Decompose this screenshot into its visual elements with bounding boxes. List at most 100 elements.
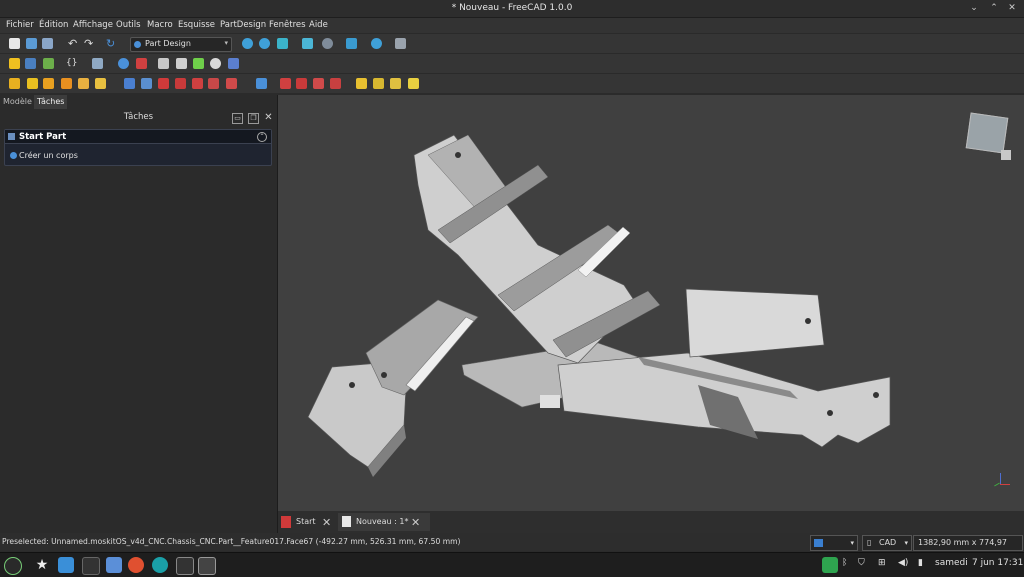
hole	[349, 382, 355, 388]
freecad-taskbar-icon[interactable]	[198, 557, 216, 575]
menu-aide[interactable]: Aide	[309, 20, 328, 30]
part-icon[interactable]	[9, 58, 20, 69]
helix-icon[interactable]	[78, 78, 89, 89]
open-document-icon[interactable]	[26, 38, 37, 49]
panel-close-icon[interactable]: ✕	[264, 113, 273, 123]
subtractive-pipe-icon[interactable]	[192, 78, 203, 89]
link-icon[interactable]	[43, 58, 54, 69]
view-cube-icon[interactable]	[277, 38, 288, 49]
revolution-icon[interactable]	[27, 78, 38, 89]
mirrored-icon[interactable]	[280, 78, 291, 89]
panel-collapse-icon[interactable]: ▭	[232, 113, 243, 124]
undo-icon[interactable]: ↶	[68, 38, 79, 49]
clock[interactable]: 7 jun 17:31	[972, 558, 1023, 568]
menu-affichage[interactable]: Affichage	[73, 20, 113, 30]
subshape-binder-icon[interactable]	[193, 58, 204, 69]
window-title: * Nouveau - FreeCAD 1.0.0	[451, 3, 573, 13]
subtractive-helix-icon[interactable]	[208, 78, 219, 89]
measure-icon[interactable]	[371, 38, 382, 49]
kdeconnect-icon[interactable]	[822, 557, 838, 573]
validate-sketch-icon[interactable]	[158, 58, 169, 69]
maximize-icon[interactable]: ⌃	[988, 3, 1000, 14]
arduino-icon[interactable]	[152, 557, 168, 573]
sketch-icon[interactable]	[136, 58, 147, 69]
fit-all-icon[interactable]	[242, 38, 253, 49]
close-icon[interactable]: ✕	[1006, 3, 1018, 14]
minimize-icon[interactable]: ⌄	[968, 3, 980, 14]
polar-pattern-icon[interactable]	[313, 78, 324, 89]
pipe-icon[interactable]	[61, 78, 72, 89]
battery-icon[interactable]: ▮	[918, 558, 923, 568]
group-icon[interactable]	[25, 58, 36, 69]
menu-edition[interactable]: Édition	[39, 20, 68, 30]
day-label: samedi	[935, 558, 968, 568]
tab-start[interactable]: Start	[278, 514, 316, 530]
boolean-icon[interactable]	[256, 78, 267, 89]
navigation-cube[interactable]	[965, 112, 1009, 154]
whats-this-icon[interactable]	[395, 38, 406, 49]
chamfer-icon[interactable]	[373, 78, 384, 89]
tab-modele[interactable]: Modèle	[0, 95, 35, 109]
view-axo-icon[interactable]	[302, 38, 313, 49]
fit-selection-icon[interactable]	[259, 38, 270, 49]
body-icon	[10, 152, 17, 159]
shape-binder-icon[interactable]	[176, 58, 187, 69]
menu-outils[interactable]: Outils	[116, 20, 141, 30]
menu-esquisse[interactable]: Esquisse	[178, 20, 215, 30]
hole-icon[interactable]	[141, 78, 152, 89]
navigation-style-dropdown[interactable]: ▯ CAD ▾	[862, 535, 912, 551]
body-icon[interactable]	[118, 58, 129, 69]
multi-transform-icon[interactable]	[330, 78, 341, 89]
subtractive-primitive-icon[interactable]	[226, 78, 237, 89]
variable-set-icon[interactable]: {}	[66, 58, 77, 69]
tab-nouveau[interactable]: Nouveau : 1*	[338, 514, 408, 530]
linear-pattern-icon[interactable]	[296, 78, 307, 89]
menu-macro[interactable]: Macro	[147, 20, 173, 30]
mail-icon[interactable]	[106, 557, 122, 573]
view-menu-icon[interactable]	[1001, 150, 1011, 160]
draw-style-icon[interactable]	[322, 38, 333, 49]
media-player-icon[interactable]	[128, 557, 144, 573]
workbench-label: Part Design	[145, 39, 191, 48]
close-tab-icon[interactable]: ✕	[322, 516, 331, 529]
loft-icon[interactable]	[43, 78, 54, 89]
bluetooth-icon[interactable]: ᛒ	[842, 558, 847, 568]
additive-primitive-icon[interactable]	[95, 78, 106, 89]
workbench-selector[interactable]: Part Design ▾	[130, 37, 232, 52]
collapse-icon[interactable]: ⌃	[257, 132, 267, 142]
tab-taches[interactable]: Tâches	[34, 95, 68, 109]
cnc-chassis-model[interactable]	[278, 95, 1024, 511]
fillet-icon[interactable]	[356, 78, 367, 89]
redo-icon[interactable]: ↷	[84, 38, 95, 49]
pad-icon[interactable]	[9, 78, 20, 89]
draft-icon[interactable]	[390, 78, 401, 89]
thickness-icon[interactable]	[408, 78, 419, 89]
save-icon[interactable]	[42, 38, 53, 49]
panel-float-icon[interactable]: ❐	[248, 113, 259, 124]
files-icon[interactable]	[58, 557, 74, 573]
select-filter-icon[interactable]	[92, 58, 103, 69]
new-document-icon[interactable]	[9, 38, 20, 49]
favorites-icon[interactable]: ★	[34, 557, 50, 573]
std-view-icon[interactable]	[346, 38, 357, 49]
close-tab-icon[interactable]: ✕	[411, 516, 420, 529]
datum-icon[interactable]	[228, 58, 239, 69]
start-menu-icon[interactable]	[4, 557, 22, 575]
refresh-icon[interactable]: ↻	[106, 38, 117, 49]
shield-icon[interactable]: ⛉	[858, 558, 865, 568]
subtractive-loft-icon[interactable]	[175, 78, 186, 89]
groove-icon[interactable]	[158, 78, 169, 89]
3d-viewport[interactable]	[278, 95, 1024, 511]
create-body-link[interactable]: Créer un corps	[19, 151, 78, 160]
pocket-icon[interactable]	[124, 78, 135, 89]
draw-style-dropdown[interactable]: ▾	[810, 535, 858, 551]
task-header[interactable]: Start Part ⌃	[5, 130, 271, 144]
volume-icon[interactable]: ◀)	[898, 558, 908, 568]
menu-partdesign[interactable]: PartDesign	[220, 20, 266, 30]
clone-icon[interactable]	[210, 58, 221, 69]
network-icon[interactable]: ⊞	[878, 558, 886, 568]
menu-fichier[interactable]: Fichier	[6, 20, 34, 30]
menu-fenetres[interactable]: Fenêtres	[269, 20, 306, 30]
terminal-icon[interactable]	[82, 557, 100, 575]
video-editor-icon[interactable]	[176, 557, 194, 575]
